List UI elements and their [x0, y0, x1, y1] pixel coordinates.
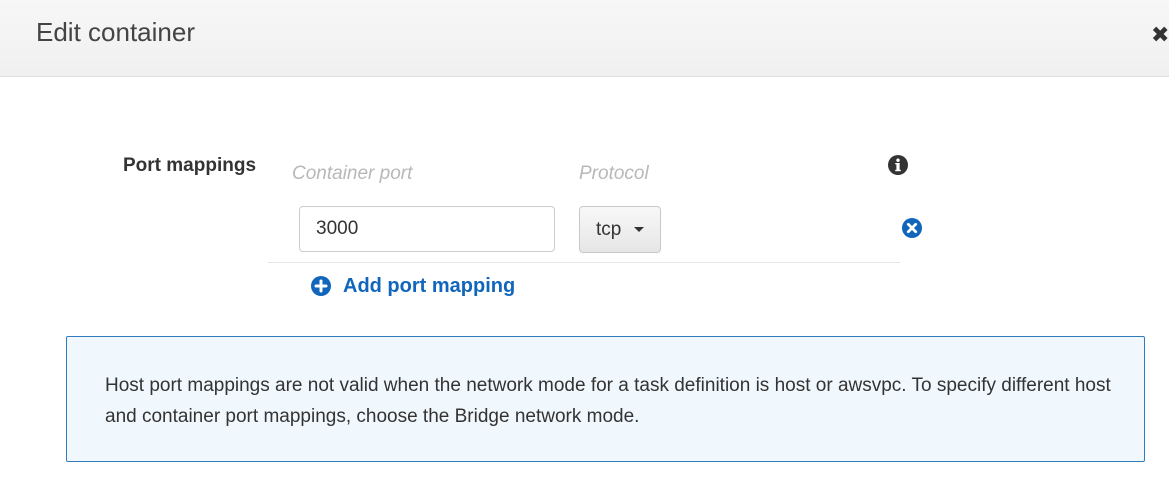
plus-circle-icon — [311, 276, 331, 296]
add-port-mapping-button[interactable]: Add port mapping — [311, 273, 515, 299]
modal-header: Edit container ✖ — [0, 0, 1169, 77]
container-port-column-header: Container port — [292, 163, 413, 184]
caret-down-icon — [634, 227, 644, 232]
row-divider — [268, 262, 900, 263]
protocol-selected-value: tcp — [596, 219, 622, 240]
container-port-input[interactable] — [299, 206, 555, 252]
add-port-mapping-label: Add port mapping — [343, 274, 516, 297]
port-mappings-label: Port mappings — [123, 155, 257, 176]
protocol-column-header: Protocol — [579, 163, 649, 184]
close-icon[interactable]: ✖ — [1151, 24, 1169, 46]
remove-circle-icon[interactable] — [902, 218, 922, 238]
notice-box: Host port mappings are not valid when th… — [66, 336, 1145, 462]
protocol-select[interactable]: tcp — [579, 206, 661, 253]
edit-container-modal: Edit container ✖ Port mappings Container… — [0, 0, 1169, 477]
info-circle-icon[interactable] — [888, 155, 908, 175]
notice-text: Host port mappings are not valid when th… — [105, 375, 1111, 427]
modal-title: Edit container — [36, 17, 195, 47]
